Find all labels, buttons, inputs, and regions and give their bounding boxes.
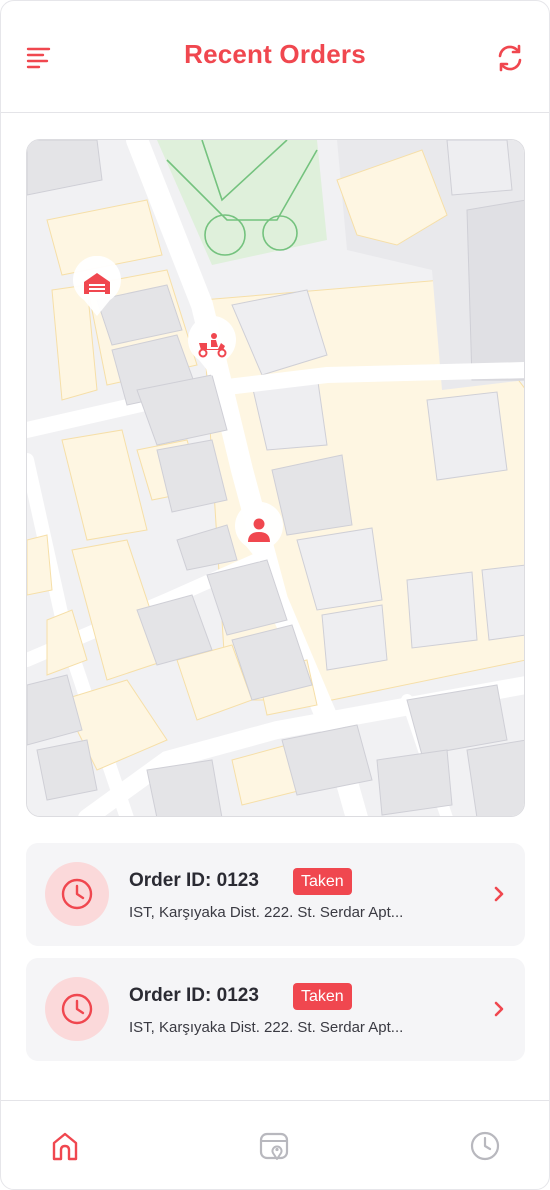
tab-map[interactable]: [257, 1129, 291, 1163]
order-card[interactable]: Order ID: 0123 Taken IST, Karşıyaka Dist…: [26, 843, 525, 946]
page-title: Recent Orders: [184, 39, 366, 69]
order-id: Order ID: 0123: [129, 985, 259, 1006]
person-icon: [235, 502, 283, 562]
clock-icon: [61, 878, 93, 910]
scooter-icon: [188, 316, 236, 376]
chevron-right-icon: [494, 886, 504, 902]
clock-icon: [61, 993, 93, 1025]
order-status-icon-circle: [45, 862, 109, 926]
order-id: Order ID: 0123: [129, 870, 259, 891]
refresh-button[interactable]: [493, 41, 527, 75]
order-card[interactable]: Order ID: 0123 Taken IST, Karşıyaka Dist…: [26, 958, 525, 1061]
status-badge: Taken: [293, 983, 352, 1010]
chevron-right-icon: [494, 1001, 504, 1017]
bottom-tab-bar: [1, 1100, 549, 1189]
home-icon: [52, 1132, 78, 1161]
map-pin-icon: [259, 1132, 289, 1160]
tab-home[interactable]: [48, 1129, 82, 1163]
clock-icon: [470, 1131, 500, 1161]
order-status-icon-circle: [45, 977, 109, 1041]
refresh-icon: [498, 44, 522, 72]
map-base: [27, 140, 524, 816]
warehouse-marker[interactable]: [70, 256, 124, 318]
status-badge: Taken: [293, 868, 352, 895]
warehouse-icon: [73, 256, 121, 316]
order-map[interactable]: [26, 139, 525, 817]
tab-history[interactable]: [468, 1129, 502, 1163]
order-address: IST, Karşıyaka Dist. 222. St. Serdar Apt…: [129, 904, 404, 921]
customer-marker[interactable]: [232, 502, 286, 564]
app-frame: Recent Orders Order ID: 0123 Taken IST, …: [0, 0, 550, 1190]
order-address: IST, Karşıyaka Dist. 222. St. Serdar Apt…: [129, 1019, 404, 1036]
courier-marker[interactable]: [185, 316, 239, 378]
header: Recent Orders: [1, 1, 549, 113]
